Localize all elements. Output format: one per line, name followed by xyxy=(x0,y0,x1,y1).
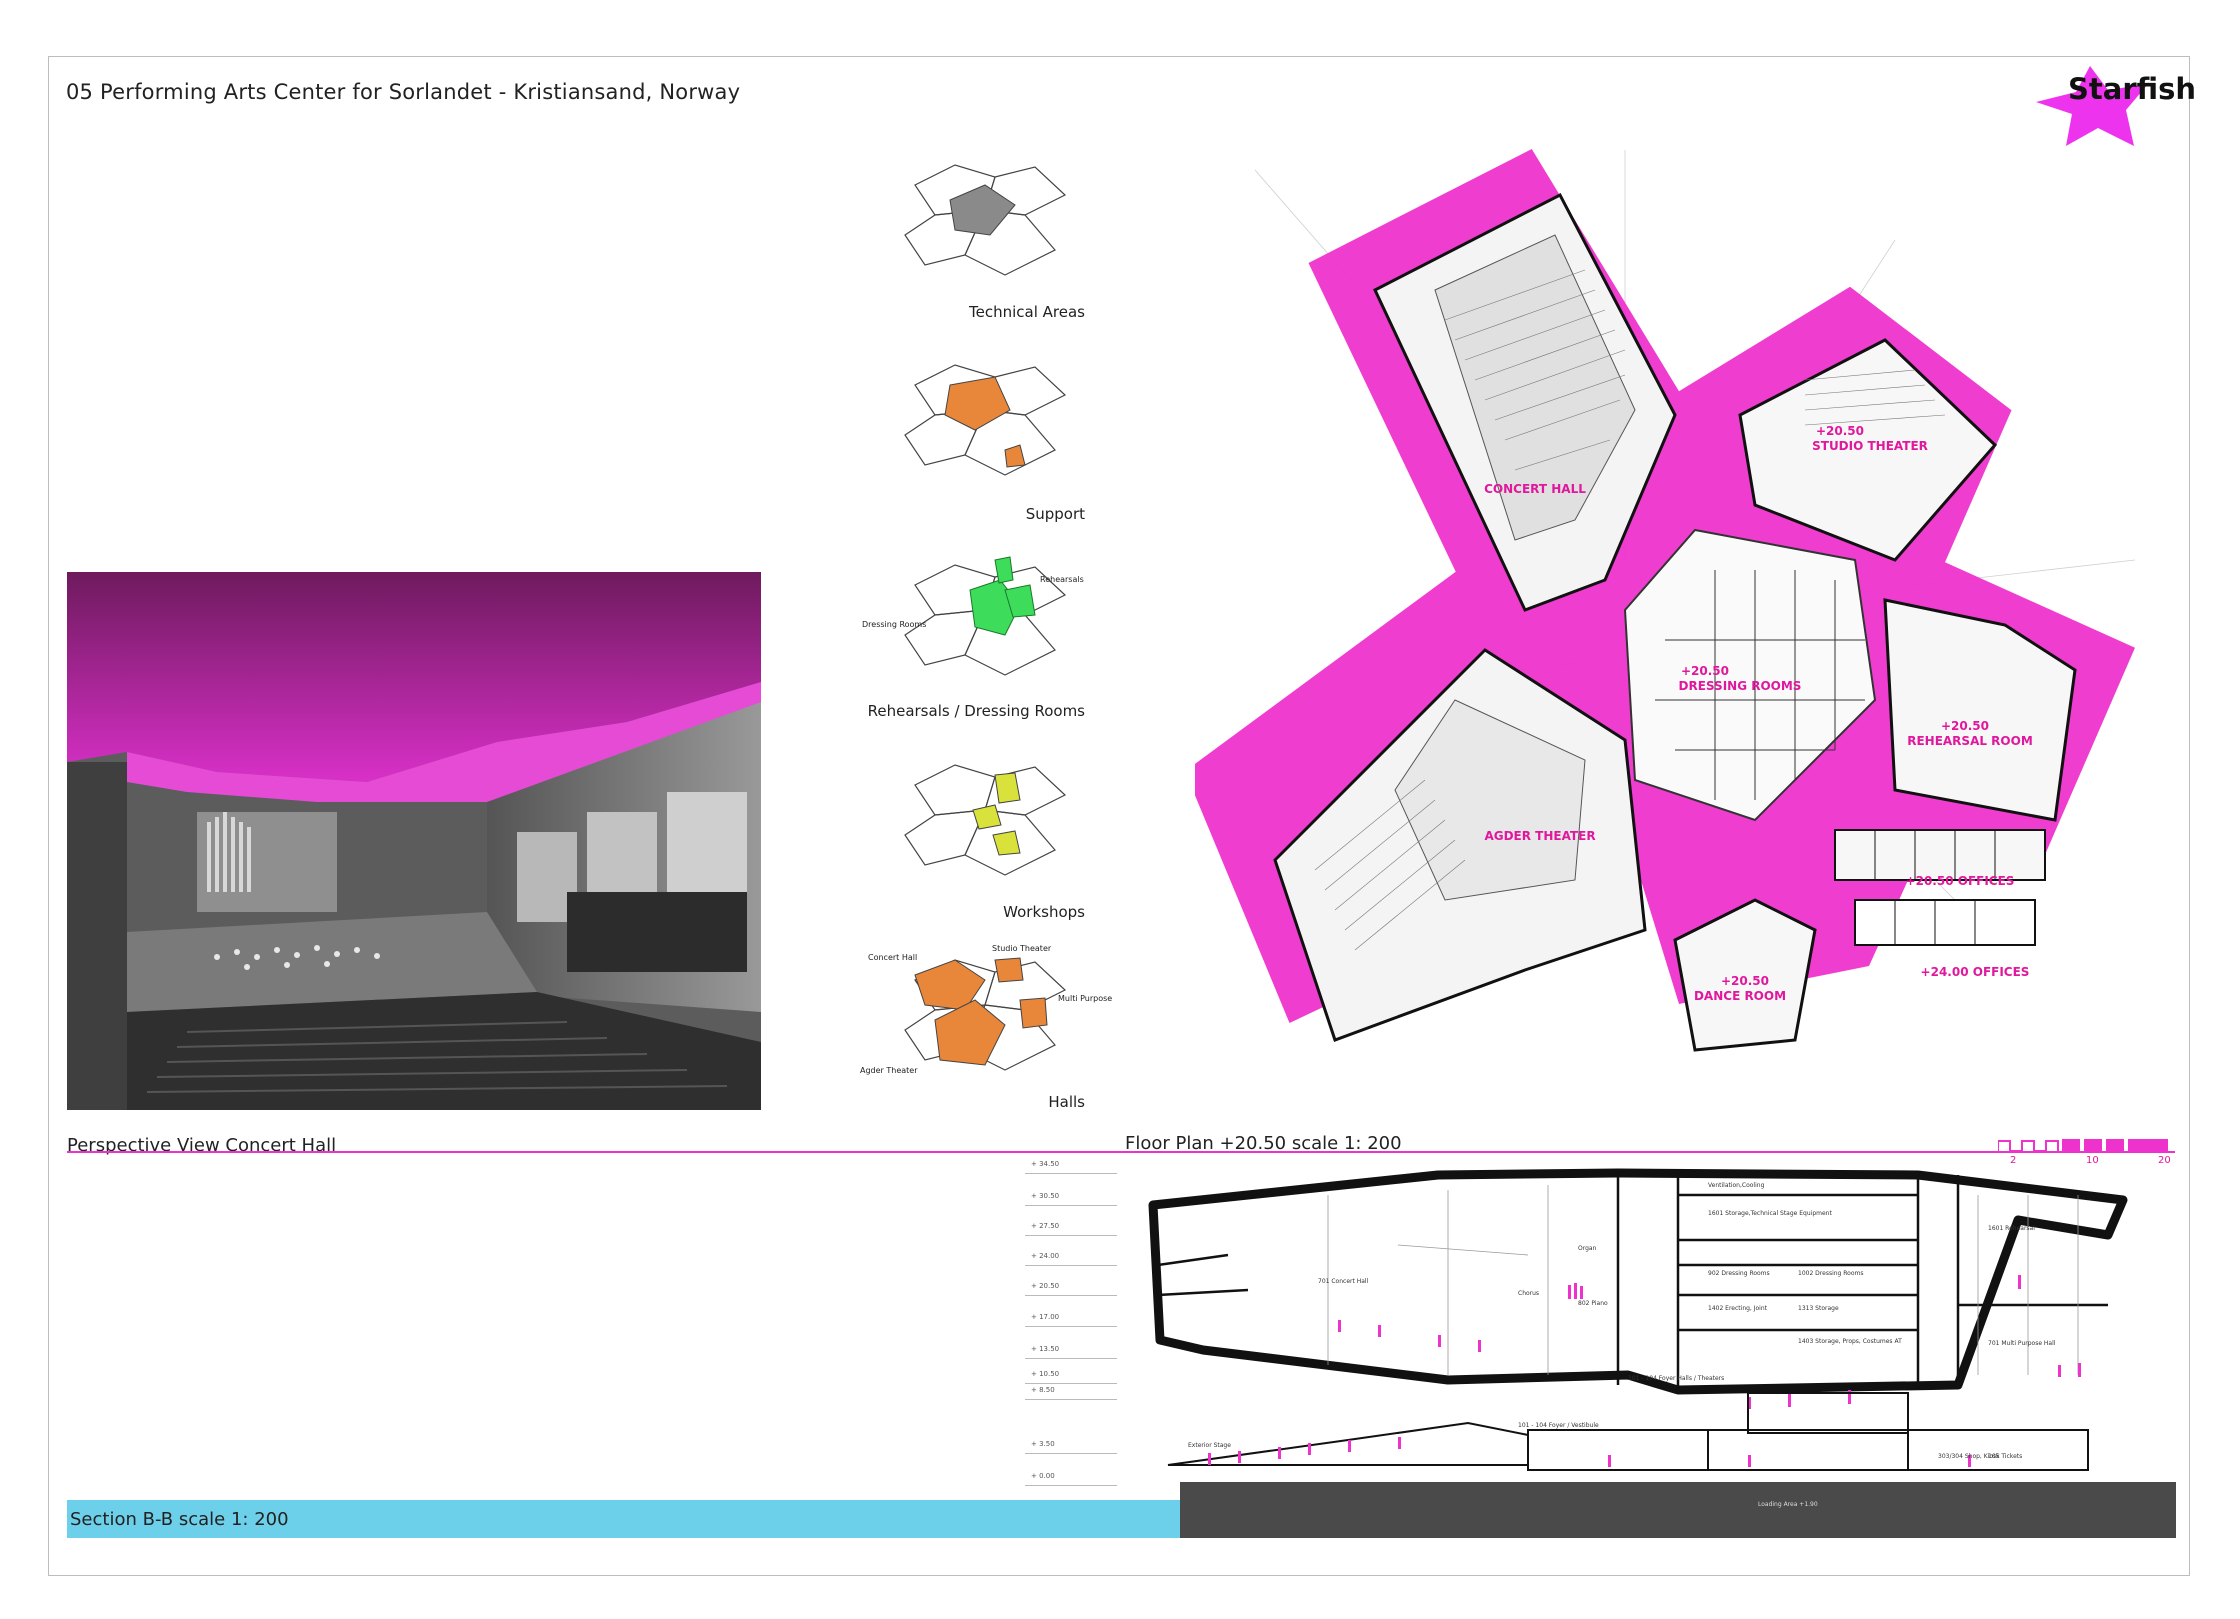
elev-2050: + 20.50 xyxy=(1031,1282,1060,1290)
plan-label-studio-theater: STUDIO THEATER xyxy=(1812,439,1928,453)
diagram-technical-areas xyxy=(895,155,1095,295)
sec-chorus: Chorus xyxy=(1518,1290,1539,1297)
elevation-scale: + 34.50 + 30.50 + 27.50 + 24.00 + 20.50 … xyxy=(1025,1160,1125,1490)
diagram-caption-halls: Halls xyxy=(1048,1093,1085,1111)
elev-850: + 8.50 xyxy=(1031,1386,1055,1394)
plan-label-offices-2400: +24.00 OFFICES xyxy=(1921,965,2030,979)
sec-exterior-stage: Exterior Stage xyxy=(1188,1442,1231,1449)
sec-foyer-vestibule: 101 - 104 Foyer / Vestibule xyxy=(1518,1422,1599,1429)
diagram-caption-workshops: Workshops xyxy=(1003,903,1085,921)
sec-ventilation: Ventilation,Cooling xyxy=(1708,1182,1765,1189)
plan-label-rehearsal-room: REHEARSAL ROOM xyxy=(1907,734,2033,748)
label-rehearsals: Rehearsals xyxy=(1040,575,1084,584)
plan-label-rehearsal-level: +20.50 xyxy=(1941,719,1989,733)
elev-3050: + 30.50 xyxy=(1031,1192,1060,1200)
sec-foyer-theaters: 101 - 104 Foyer Halls / Theaters xyxy=(1628,1375,1724,1382)
label-multi-purpose: Multi Purpose xyxy=(1058,994,1113,1003)
sec-organ: Organ xyxy=(1578,1245,1597,1252)
sec-loading: Loading Area +1.90 xyxy=(1758,1501,1818,1508)
plan-label-dance-level: +20.50 xyxy=(1721,974,1769,988)
plan-label-agder-theater: AGDER THEATER xyxy=(1484,829,1595,843)
plan-label-concert-hall: CONCERT HALL xyxy=(1484,482,1586,496)
elev-1350: + 13.50 xyxy=(1031,1345,1060,1353)
sec-erecting: 1402 Erecting, Joint xyxy=(1708,1305,1768,1312)
plan-label-offices-2050: +20.50 OFFICES xyxy=(1906,874,2015,888)
diagram-workshops xyxy=(895,755,1095,895)
plan-label-dressing-level: +20.50 xyxy=(1681,664,1729,678)
label-studio-theater: Studio Theater xyxy=(992,944,1052,953)
diagram-caption-support: Support xyxy=(1025,505,1085,523)
elev-2400: + 24.00 xyxy=(1031,1252,1060,1260)
sec-multi: 701 Multi Purpose Hall xyxy=(1988,1340,2056,1347)
plan-label-studio-level: +20.50 xyxy=(1816,424,1864,438)
scale-label-20: 20 xyxy=(2158,1155,2171,1166)
elev-1700: + 17.00 xyxy=(1031,1313,1060,1321)
section-drawing: Ventilation,Cooling 1601 Storage,Technic… xyxy=(1148,1165,2128,1485)
sheet-title: 05 Performing Arts Center for Sorlandet … xyxy=(66,80,741,104)
elev-2750: + 27.50 xyxy=(1031,1222,1060,1230)
elev-350: + 3.50 xyxy=(1031,1440,1055,1448)
scale-bar: 2 10 20 xyxy=(1997,1133,2178,1166)
sec-storage: 1313 Storage xyxy=(1798,1305,1839,1312)
diagram-halls xyxy=(895,950,1095,1100)
starfish-logo: Starfish xyxy=(2030,62,2196,152)
sec-rehearsal: 1601 Rehearsal xyxy=(1988,1225,2035,1232)
plan-label-dressing-rooms: DRESSING ROOMS xyxy=(1679,679,1802,693)
perspective-render xyxy=(67,572,761,1110)
sec-piano: 802 Piano xyxy=(1578,1300,1608,1307)
elev-3450: + 34.50 xyxy=(1031,1160,1060,1168)
sec-concert-hall: 701 Concert Hall xyxy=(1318,1278,1369,1285)
sec-dressing-b: 1002 Dressing Rooms xyxy=(1798,1270,1863,1277)
diagram-caption-rehearsals: Rehearsals / Dressing Rooms xyxy=(867,702,1085,720)
label-concert-hall: Concert Hall xyxy=(868,953,918,962)
sec-dressing-a: 902 Dressing Rooms xyxy=(1708,1270,1770,1277)
label-dressing-rooms: Dressing Rooms xyxy=(862,620,927,629)
caption-section: Section B-B scale 1: 200 xyxy=(70,1509,289,1530)
plan-label-dance-room: DANCE ROOM xyxy=(1694,989,1786,1003)
elev-000: + 0.00 xyxy=(1031,1472,1055,1480)
sec-storage-props: 1403 Storage, Props, Costumes AT xyxy=(1798,1338,1902,1345)
logo-text: Starfish xyxy=(2068,72,2197,106)
sec-storage-tech: 1601 Storage,Technical Stage Equipment xyxy=(1708,1210,1832,1217)
floor-plan: CONCERT HALL +20.50 STUDIO THEATER +20.5… xyxy=(1185,140,2140,1085)
ground-band xyxy=(1180,1482,2176,1538)
diagram-support xyxy=(895,355,1095,495)
divider-line xyxy=(67,1151,2175,1153)
elev-1050: + 10.50 xyxy=(1031,1370,1060,1378)
diagram-caption-technical: Technical Areas xyxy=(969,303,1085,321)
sec-tickets: 105 Tickets xyxy=(1988,1453,2022,1460)
label-agder-theater: Agder Theater xyxy=(860,1066,918,1075)
